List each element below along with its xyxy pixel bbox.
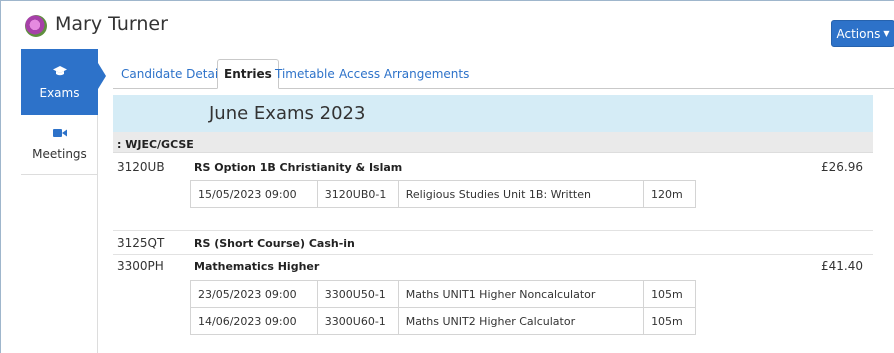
component-code: 3300U50-1 <box>316 280 399 308</box>
table-row: 15/05/2023 09:00 3120UB0-1 Religious Stu… <box>190 180 696 208</box>
component-duration: 105m <box>643 307 696 335</box>
actions-label: Actions <box>836 26 881 41</box>
actions-button[interactable]: Actions ▼ <box>831 20 894 47</box>
component-datetime: 14/06/2023 09:00 <box>190 307 318 335</box>
graduation-cap-icon <box>52 65 67 80</box>
row-divider <box>113 254 873 255</box>
sidebar-item-label: Exams <box>39 85 80 100</box>
entry-code: 3300PH <box>117 259 164 273</box>
tab-entries[interactable]: Entries <box>217 59 279 89</box>
candidate-name: Mary Turner <box>55 13 168 35</box>
avatar <box>25 15 47 37</box>
entry-fee: £26.96 <box>821 160 863 174</box>
entry-fee: £41.40 <box>821 259 863 273</box>
tab-timetable[interactable]: Timetable <box>275 59 335 89</box>
component-table: 15/05/2023 09:00 3120UB0-1 Religious Stu… <box>190 180 696 208</box>
component-title: Maths UNIT2 Higher Calculator <box>397 307 645 335</box>
app-frame: Mary Turner Actions ▼ Exams Meetings Can… <box>0 0 894 353</box>
series-banner: June Exams 2023 <box>113 95 873 132</box>
sidebar-item-label: Meetings <box>32 147 87 161</box>
sidebar-item-meetings[interactable]: Meetings <box>21 115 98 175</box>
tab-access-arrangements[interactable]: Access Arrangements <box>339 59 469 89</box>
component-table: 23/05/2023 09:00 3300U50-1 Maths UNIT1 H… <box>190 280 696 335</box>
table-row: 23/05/2023 09:00 3300U50-1 Maths UNIT1 H… <box>190 280 696 308</box>
component-duration: 120m <box>643 180 696 208</box>
component-datetime: 23/05/2023 09:00 <box>190 280 318 308</box>
sidebar: Exams Meetings <box>21 49 98 353</box>
component-code: 3120UB0-1 <box>316 180 399 208</box>
sidebar-item-exams[interactable]: Exams <box>21 49 98 115</box>
table-row: 14/06/2023 09:00 3300U60-1 Maths UNIT2 H… <box>190 307 696 335</box>
row-divider <box>113 230 873 231</box>
component-title: Maths UNIT1 Higher Noncalculator <box>397 280 645 308</box>
entry-title: RS (Short Course) Cash-in <box>194 237 355 250</box>
tab-bar: Candidate Details Entries Timetable Acce… <box>113 57 894 89</box>
entry-code: 3120UB <box>117 160 165 174</box>
tab-candidate-details[interactable]: Candidate Details <box>121 59 228 89</box>
component-duration: 105m <box>643 280 696 308</box>
component-datetime: 15/05/2023 09:00 <box>190 180 318 208</box>
component-code: 3300U60-1 <box>316 307 399 335</box>
caret-down-icon: ▼ <box>883 29 890 38</box>
active-pointer <box>98 63 106 89</box>
entry-title: Mathematics Higher <box>194 260 320 273</box>
entry-title: RS Option 1B Christianity & Islam <box>194 161 403 174</box>
series-title: June Exams 2023 <box>209 103 366 124</box>
video-camera-icon <box>52 128 67 141</box>
component-title: Religious Studies Unit 1B: Written <box>397 180 645 208</box>
board-row: : WJEC/GCSE <box>113 132 873 153</box>
entry-code: 3125QT <box>117 236 165 250</box>
header: Mary Turner Actions ▼ <box>1 1 894 49</box>
